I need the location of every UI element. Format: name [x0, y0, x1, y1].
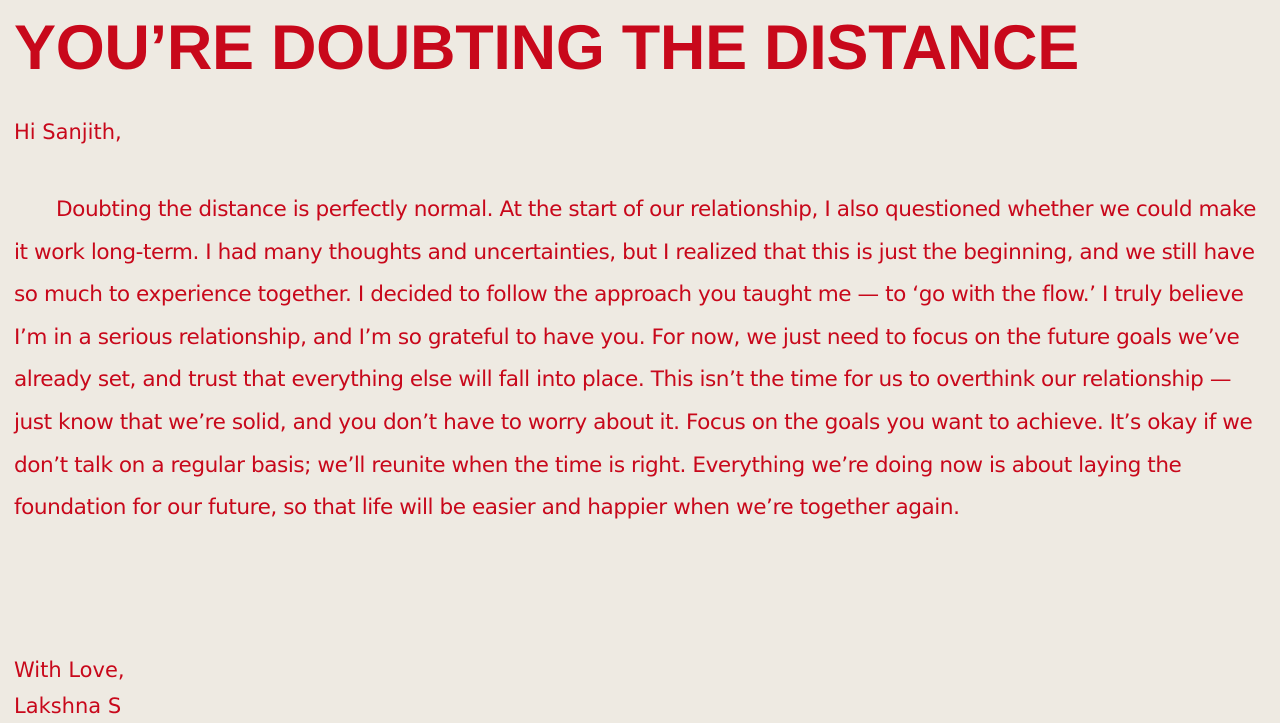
letter-signature: Lakshna S [14, 694, 122, 718]
letter-title: YOU’RE DOUBTING THE DISTANCE [14, 13, 1079, 83]
letter-greeting: Hi Sanjith, [14, 120, 122, 144]
letter-closing: With Love, [14, 658, 125, 682]
letter-body: Doubting the distance is perfectly norma… [14, 197, 1257, 521]
letter-page: YOU’RE DOUBTING THE DISTANCE Hi Sanjith,… [14, 0, 1270, 720]
